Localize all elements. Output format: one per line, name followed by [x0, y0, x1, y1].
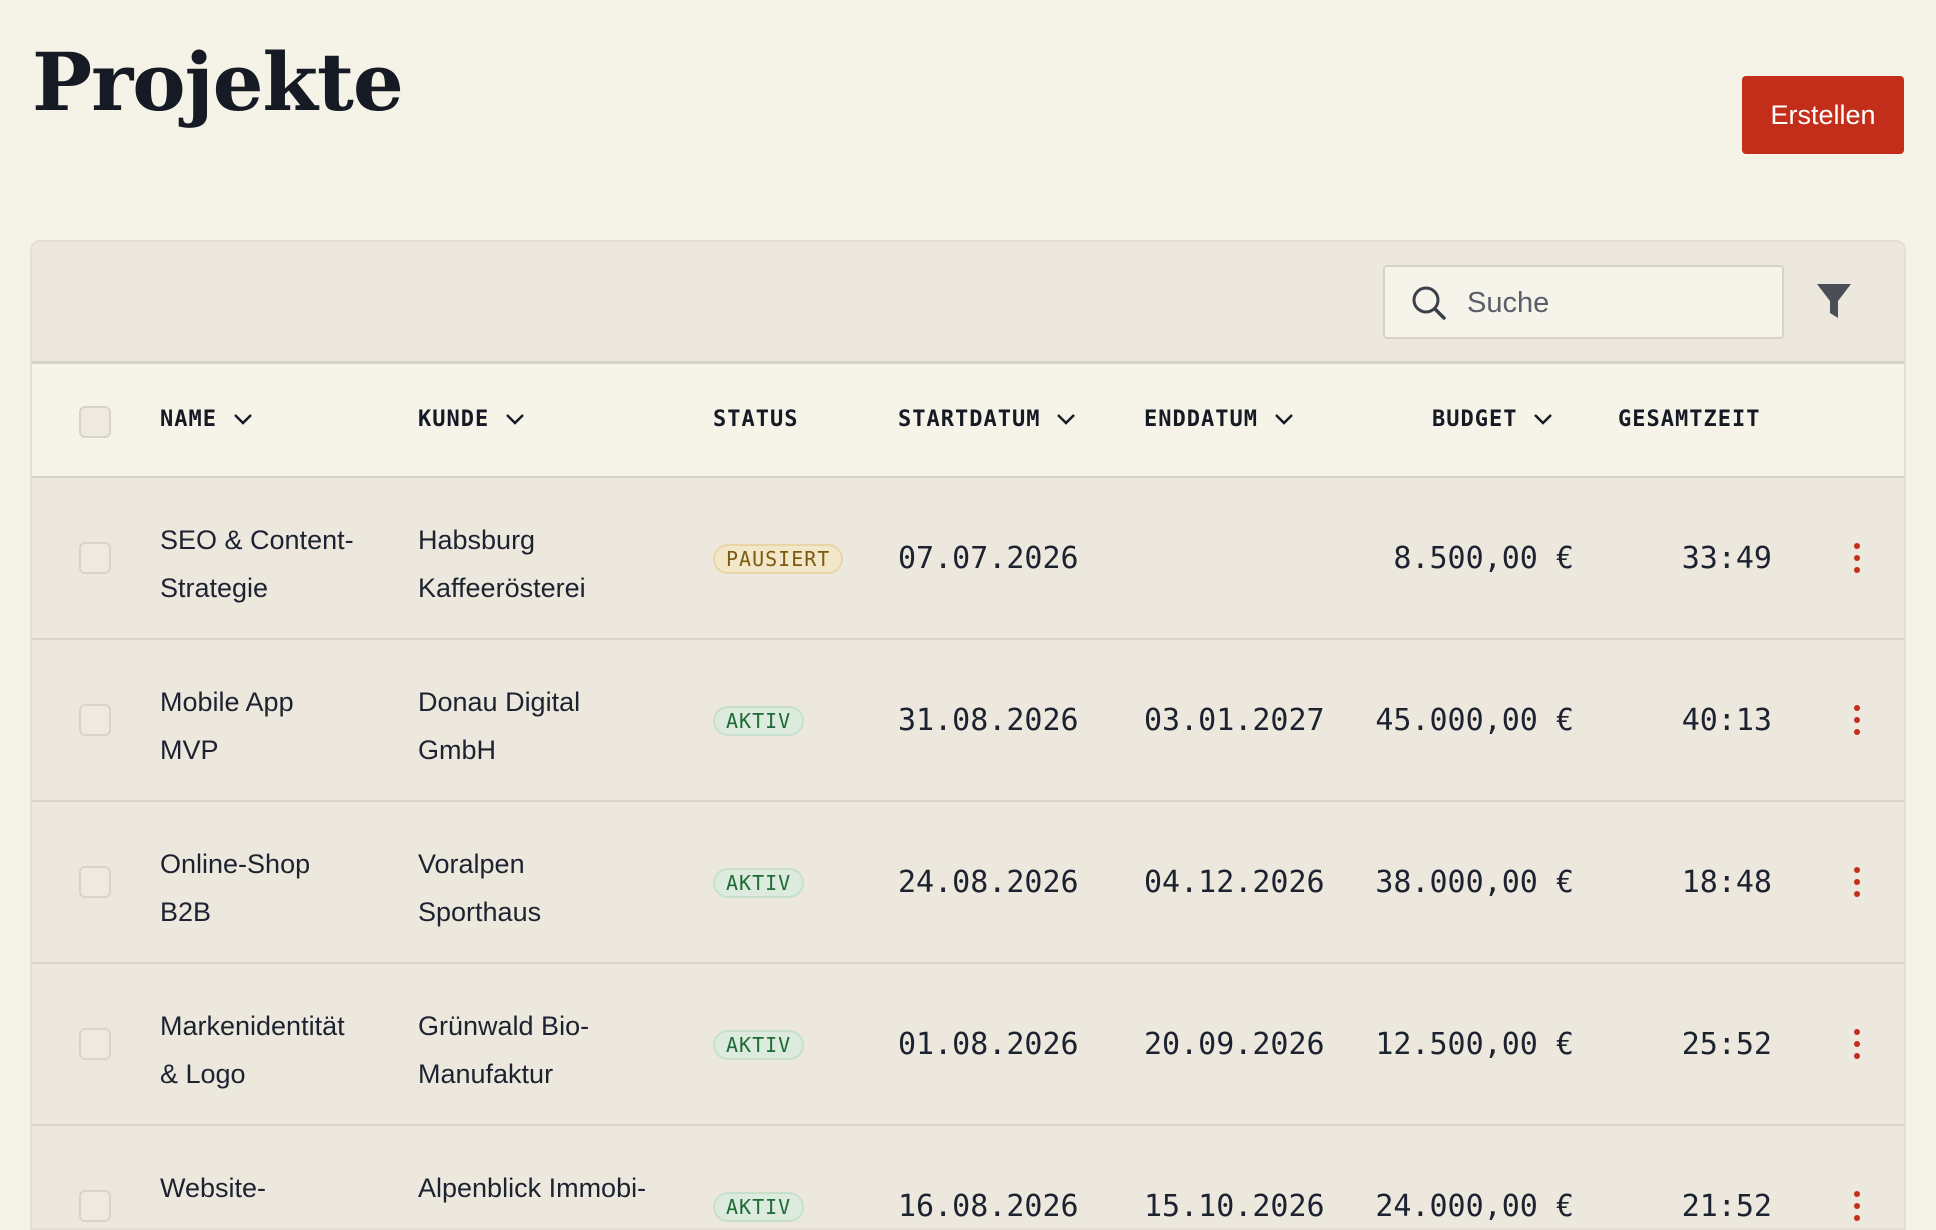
projects-table-panel: NAME KUNDE STATUS STARTDATUM ENDDATUM BU…	[30, 240, 1906, 1230]
end-date-cell: 20.09.2026	[1144, 1026, 1325, 1062]
project-name-cell: SEO & Content- Strategie	[160, 516, 354, 612]
search-input[interactable]	[1465, 267, 1769, 339]
column-header-label: STATUS	[713, 406, 799, 432]
column-header-label: STARTDATUM	[898, 406, 1041, 432]
project-name-line: MVP	[160, 735, 219, 765]
column-header-kunde[interactable]: KUNDE	[418, 364, 527, 474]
project-name-line: Strategie	[160, 573, 269, 603]
project-name-line: Markenidentität	[160, 1011, 345, 1041]
end-date-cell: 03.01.2027	[1144, 702, 1325, 738]
start-date-cell: 24.08.2026	[898, 864, 1079, 900]
column-header-label: KUNDE	[418, 406, 490, 432]
create-button[interactable]: Erstellen	[1742, 76, 1904, 154]
table-row[interactable]: SEO & Content- Strategie Habsburg Kaffee…	[32, 478, 1904, 640]
total-time-cell: 33:49	[1681, 540, 1772, 576]
end-date-cell: 04.12.2026	[1144, 864, 1325, 900]
project-name-line: Online-Shop	[160, 849, 311, 879]
column-header-budget[interactable]: BUDGET	[1432, 364, 1555, 474]
client-line: GmbH	[418, 735, 497, 765]
search-box[interactable]	[1383, 265, 1784, 339]
project-name-line: Mobile App	[160, 687, 294, 717]
column-header-label: ENDDATUM	[1144, 406, 1258, 432]
total-time-cell: 40:13	[1681, 702, 1772, 738]
client-line: Grünwald Bio-	[418, 1011, 590, 1041]
client-line: Voralpen	[418, 849, 525, 879]
total-time-cell: 21:52	[1681, 1188, 1772, 1224]
page-title: Projekte	[32, 35, 404, 129]
column-header-name[interactable]: NAME	[160, 364, 255, 474]
chevron-down-icon	[1057, 414, 1076, 425]
status-badge: AKTIV	[713, 868, 805, 898]
total-time-cell: 18:48	[1681, 864, 1772, 900]
column-header-enddatum[interactable]: ENDDATUM	[1144, 364, 1296, 474]
select-all-checkbox[interactable]	[79, 406, 111, 438]
client-cell: Grünwald Bio- Manufaktur	[418, 1002, 589, 1098]
filter-icon[interactable]	[1816, 282, 1852, 322]
project-name-cell: Online-Shop B2B	[160, 840, 310, 936]
row-checkbox[interactable]	[79, 542, 111, 574]
budget-cell: 8.500,00 €	[1393, 540, 1574, 576]
start-date-cell: 07.07.2026	[898, 540, 1079, 576]
column-header-label: NAME	[160, 406, 217, 432]
column-header-gesamtzeit: GESAMTZEIT	[1618, 364, 1760, 474]
client-cell: Voralpen Sporthaus	[418, 840, 541, 936]
project-name-line: Website-	[160, 1173, 267, 1203]
column-header-startdatum[interactable]: STARTDATUM	[898, 364, 1078, 474]
total-time-cell: 25:52	[1681, 1026, 1772, 1062]
kebab-menu-icon[interactable]	[1850, 1190, 1864, 1222]
kebab-menu-icon[interactable]	[1850, 1028, 1864, 1060]
row-checkbox[interactable]	[79, 1190, 111, 1222]
start-date-cell: 31.08.2026	[898, 702, 1079, 738]
table-row[interactable]: Website- Alpenblick Immobi- AKTIV 16.08.…	[32, 1126, 1904, 1228]
table-header-row: NAME KUNDE STATUS STARTDATUM ENDDATUM BU…	[32, 364, 1904, 478]
row-checkbox[interactable]	[79, 704, 111, 736]
row-checkbox[interactable]	[79, 866, 111, 898]
chevron-down-icon	[1534, 414, 1553, 425]
client-line: Sporthaus	[418, 897, 542, 927]
table-row[interactable]: Mobile App MVP Donau Digital GmbH AKTIV …	[32, 640, 1904, 802]
search-icon	[1412, 286, 1446, 320]
client-line: Alpenblick Immobi-	[418, 1173, 647, 1203]
client-line: Kaffeerösterei	[418, 573, 586, 603]
kebab-menu-icon[interactable]	[1850, 866, 1864, 898]
client-line: Habsburg	[418, 525, 536, 555]
column-header-label: GESAMTZEIT	[1618, 406, 1761, 432]
project-name-cell: Markenidentität & Logo	[160, 1002, 345, 1098]
budget-cell: 12.500,00 €	[1375, 1026, 1574, 1062]
table-row[interactable]: Markenidentität & Logo Grünwald Bio- Man…	[32, 964, 1904, 1126]
kebab-menu-icon[interactable]	[1850, 704, 1864, 736]
budget-cell: 45.000,00 €	[1375, 702, 1574, 738]
status-badge: AKTIV	[713, 1192, 805, 1222]
column-header-status: STATUS	[713, 364, 798, 474]
status-badge: PAUSIERT	[713, 544, 844, 574]
budget-cell: 24.000,00 €	[1375, 1188, 1574, 1224]
status-badge: AKTIV	[713, 706, 805, 736]
budget-cell: 38.000,00 €	[1375, 864, 1574, 900]
project-name-line: SEO & Content-	[160, 525, 354, 555]
project-name-cell: Mobile App MVP	[160, 678, 294, 774]
end-date-cell: 15.10.2026	[1144, 1188, 1325, 1224]
project-name-line: & Logo	[160, 1059, 246, 1089]
start-date-cell: 16.08.2026	[898, 1188, 1079, 1224]
table-toolbar	[32, 242, 1904, 364]
project-name-line: B2B	[160, 897, 212, 927]
kebab-menu-icon[interactable]	[1850, 542, 1864, 574]
client-line: Manufaktur	[418, 1059, 554, 1089]
chevron-down-icon	[1275, 414, 1293, 425]
row-checkbox[interactable]	[79, 1028, 111, 1060]
column-header-label: BUDGET	[1432, 406, 1518, 432]
client-cell: Alpenblick Immobi-	[418, 1164, 646, 1212]
start-date-cell: 01.08.2026	[898, 1026, 1079, 1062]
client-cell: Donau Digital GmbH	[418, 678, 580, 774]
chevron-down-icon	[234, 414, 252, 425]
project-name-cell: Website-	[160, 1164, 266, 1212]
client-cell: Habsburg Kaffeerösterei	[418, 516, 586, 612]
chevron-down-icon	[506, 414, 525, 425]
table-row[interactable]: Online-Shop B2B Voralpen Sporthaus AKTIV…	[32, 802, 1904, 964]
client-line: Donau Digital	[418, 687, 581, 717]
status-badge: AKTIV	[713, 1030, 805, 1060]
